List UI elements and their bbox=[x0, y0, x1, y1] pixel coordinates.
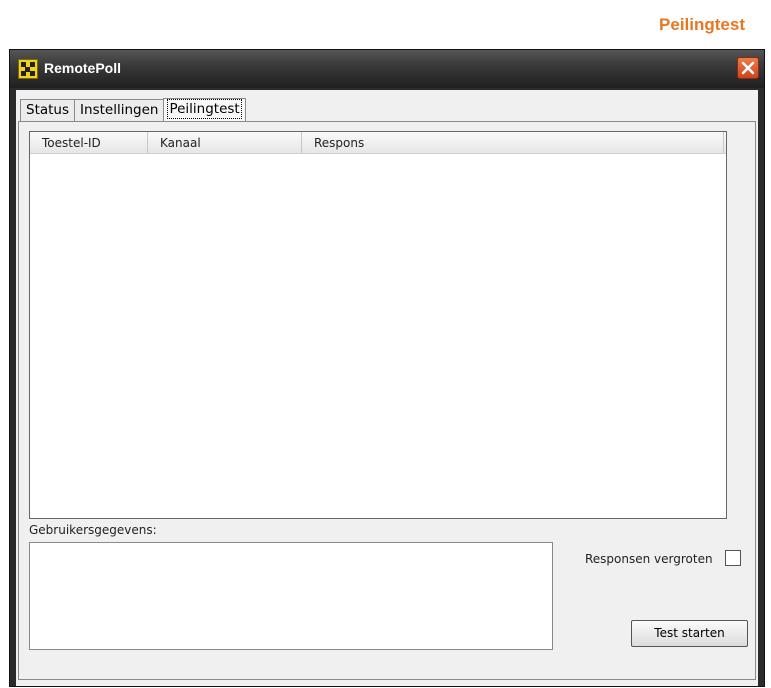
remotepoll-window: RemotePoll Status Instellingen Peilingte… bbox=[9, 49, 765, 687]
tab-instellingen[interactable]: Instellingen bbox=[74, 99, 165, 121]
peilingtest-panel: Toestel-ID Kanaal Respons Gebruikersgege… bbox=[18, 121, 756, 680]
close-button[interactable] bbox=[737, 57, 759, 79]
window-client-area: Status Instellingen Peilingtest Toestel-… bbox=[16, 90, 758, 686]
user-data-label: Gebruikersgegevens: bbox=[29, 523, 157, 537]
column-header-respons[interactable]: Respons bbox=[302, 132, 724, 153]
page-heading: Peilingtest bbox=[659, 15, 745, 34]
window-title: RemotePoll bbox=[44, 60, 122, 76]
tab-instellingen-label: Instellingen bbox=[80, 102, 159, 118]
column-header-toestel-id[interactable]: Toestel-ID bbox=[30, 132, 148, 153]
tab-peilingtest-label: Peilingtest bbox=[167, 99, 242, 119]
column-header-kanaal[interactable]: Kanaal bbox=[148, 132, 302, 153]
start-test-button[interactable]: Test starten bbox=[631, 620, 748, 647]
tab-peilingtest[interactable]: Peilingtest bbox=[163, 98, 246, 122]
title-bar[interactable]: RemotePoll bbox=[10, 50, 764, 88]
list-header: Toestel-ID Kanaal Respons bbox=[30, 132, 726, 154]
response-list[interactable]: Toestel-ID Kanaal Respons bbox=[29, 131, 727, 519]
remotepoll-app-icon bbox=[18, 59, 38, 79]
enlarge-responses-checkbox[interactable] bbox=[725, 550, 741, 566]
tab-strip: Status Instellingen Peilingtest bbox=[20, 96, 246, 122]
tab-status[interactable]: Status bbox=[20, 99, 76, 121]
enlarge-responses-label: Responsen vergroten bbox=[585, 552, 713, 566]
user-data-textarea[interactable] bbox=[29, 542, 553, 650]
tab-status-label: Status bbox=[26, 102, 70, 118]
close-icon bbox=[741, 61, 755, 75]
